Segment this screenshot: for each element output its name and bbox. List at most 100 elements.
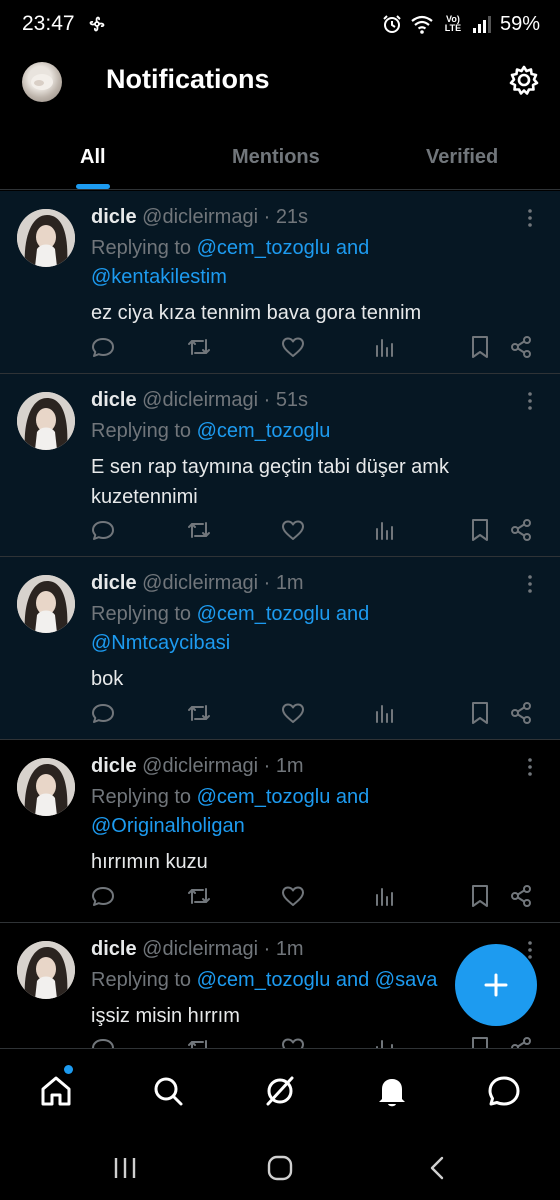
reply-icon[interactable]	[90, 700, 116, 726]
replying-prefix: Replying to	[91, 603, 197, 625]
like-icon[interactable]	[280, 334, 306, 360]
post-time: 1m	[275, 938, 304, 960]
post-time: 21s	[275, 206, 309, 228]
back-icon[interactable]	[424, 1154, 452, 1182]
post-actions	[90, 1035, 536, 1048]
reply-mention[interactable]: @cem_tozoglu and	[197, 237, 370, 259]
bookmark-icon[interactable]	[467, 517, 493, 543]
profile-avatar[interactable]	[22, 62, 62, 102]
home-button-icon[interactable]	[266, 1154, 294, 1182]
share-icon[interactable]	[508, 700, 534, 726]
repost-icon[interactable]	[186, 700, 212, 726]
repost-icon[interactable]	[186, 334, 212, 360]
views-icon[interactable]	[371, 334, 397, 360]
wifi-icon	[410, 14, 434, 34]
compose-button[interactable]	[455, 944, 537, 1026]
author-handle[interactable]: @dicleirmagi	[142, 572, 258, 594]
author-name[interactable]: dicle	[91, 755, 137, 777]
bookmark-icon[interactable]	[467, 334, 493, 360]
bookmark-icon[interactable]	[467, 883, 493, 909]
share-icon[interactable]	[508, 883, 534, 909]
post-actions	[90, 883, 536, 911]
reply-mention[interactable]: @cem_tozoglu	[197, 420, 331, 442]
replying-prefix: Replying to	[91, 420, 197, 442]
reply-icon[interactable]	[90, 517, 116, 543]
avatar[interactable]	[17, 209, 75, 267]
views-icon[interactable]	[371, 700, 397, 726]
status-time: 23:47	[22, 12, 75, 35]
author-name[interactable]: dicle	[91, 389, 137, 411]
reply-icon[interactable]	[90, 1035, 116, 1048]
unread-dot	[64, 1065, 73, 1074]
post-text: ez ciya kıza tennim bava gora tennim	[91, 302, 422, 324]
bookmark-icon[interactable]	[467, 1035, 493, 1048]
repost-icon[interactable]	[186, 517, 212, 543]
like-icon[interactable]	[280, 1035, 306, 1048]
replying-prefix: Replying to	[91, 786, 197, 808]
notification-tabs: All Mentions Verified	[0, 128, 560, 190]
recent-apps-icon[interactable]	[111, 1154, 139, 1182]
author-name[interactable]: dicle	[91, 572, 137, 594]
dot-separator: ·	[258, 938, 276, 960]
compose-plus-icon	[484, 973, 508, 997]
avatar[interactable]	[17, 392, 75, 450]
author-name[interactable]: dicle	[91, 938, 137, 960]
more-options-icon[interactable]	[522, 756, 538, 778]
views-icon[interactable]	[371, 517, 397, 543]
more-options-icon[interactable]	[522, 390, 538, 412]
like-icon[interactable]	[280, 700, 306, 726]
messages-icon[interactable]	[486, 1073, 522, 1109]
notification-post[interactable]: dicle @dicleirmagi · 21s Replying to @ce…	[0, 191, 560, 374]
reply-icon[interactable]	[90, 883, 116, 909]
dot-separator: ·	[258, 206, 276, 228]
reply-mention[interactable]: @cem_tozoglu and	[197, 786, 370, 808]
author-handle[interactable]: @dicleirmagi	[142, 938, 258, 960]
author-handle[interactable]: @dicleirmagi	[142, 755, 258, 777]
avatar[interactable]	[17, 941, 75, 999]
post-text: E sen rap taymına geçtin tabi düşer amk …	[91, 456, 449, 508]
tab-all[interactable]: All	[80, 146, 106, 169]
replying-prefix: Replying to	[91, 969, 197, 991]
tab-mentions[interactable]: Mentions	[232, 146, 320, 169]
author-name[interactable]: dicle	[91, 206, 137, 228]
share-icon[interactable]	[508, 517, 534, 543]
notification-post[interactable]: dicle @dicleirmagi · 1m Replying to @cem…	[0, 557, 560, 740]
author-handle[interactable]: @dicleirmagi	[142, 206, 258, 228]
avatar[interactable]	[17, 575, 75, 633]
author-handle[interactable]: @dicleirmagi	[142, 389, 258, 411]
more-options-icon[interactable]	[522, 207, 538, 229]
views-icon[interactable]	[371, 883, 397, 909]
grok-icon[interactable]	[262, 1073, 298, 1109]
home-icon[interactable]	[38, 1073, 74, 1109]
notification-post[interactable]: dicle @dicleirmagi · 51s Replying to @ce…	[0, 374, 560, 557]
reply-mention[interactable]: @Originalholigan	[91, 815, 245, 837]
reply-icon[interactable]	[90, 334, 116, 360]
more-options-icon[interactable]	[522, 573, 538, 595]
gear-icon[interactable]	[508, 64, 540, 96]
bookmark-icon[interactable]	[467, 700, 493, 726]
notifications-icon[interactable]	[374, 1073, 410, 1109]
like-icon[interactable]	[280, 883, 306, 909]
like-icon[interactable]	[280, 517, 306, 543]
reply-mention[interactable]: @cem_tozoglu and	[197, 603, 370, 625]
search-icon[interactable]	[150, 1073, 186, 1109]
tab-verified[interactable]: Verified	[426, 146, 498, 169]
notifications-feed[interactable]: dicle @dicleirmagi · 21s Replying to @ce…	[0, 191, 560, 1048]
lte-label: Vo) LTE	[444, 14, 462, 33]
bottom-navigation	[0, 1048, 560, 1134]
repost-icon[interactable]	[186, 1035, 212, 1048]
notification-post[interactable]: dicle @dicleirmagi · 1m Replying to @cem…	[0, 740, 560, 923]
share-icon[interactable]	[508, 334, 534, 360]
post-actions	[90, 334, 536, 362]
fan-icon	[87, 14, 107, 34]
reply-mention[interactable]: @cem_tozoglu and @sava	[197, 969, 438, 991]
app-header: Notifications	[0, 48, 560, 114]
reply-mention[interactable]: @kentakilestim	[91, 266, 227, 288]
post-actions	[90, 700, 536, 728]
repost-icon[interactable]	[186, 883, 212, 909]
views-icon[interactable]	[371, 1035, 397, 1048]
share-icon[interactable]	[508, 1035, 534, 1048]
reply-mention[interactable]: @Nmtcaycibasi	[91, 632, 230, 654]
post-text: hırrımın kuzu	[91, 851, 208, 873]
avatar[interactable]	[17, 758, 75, 816]
